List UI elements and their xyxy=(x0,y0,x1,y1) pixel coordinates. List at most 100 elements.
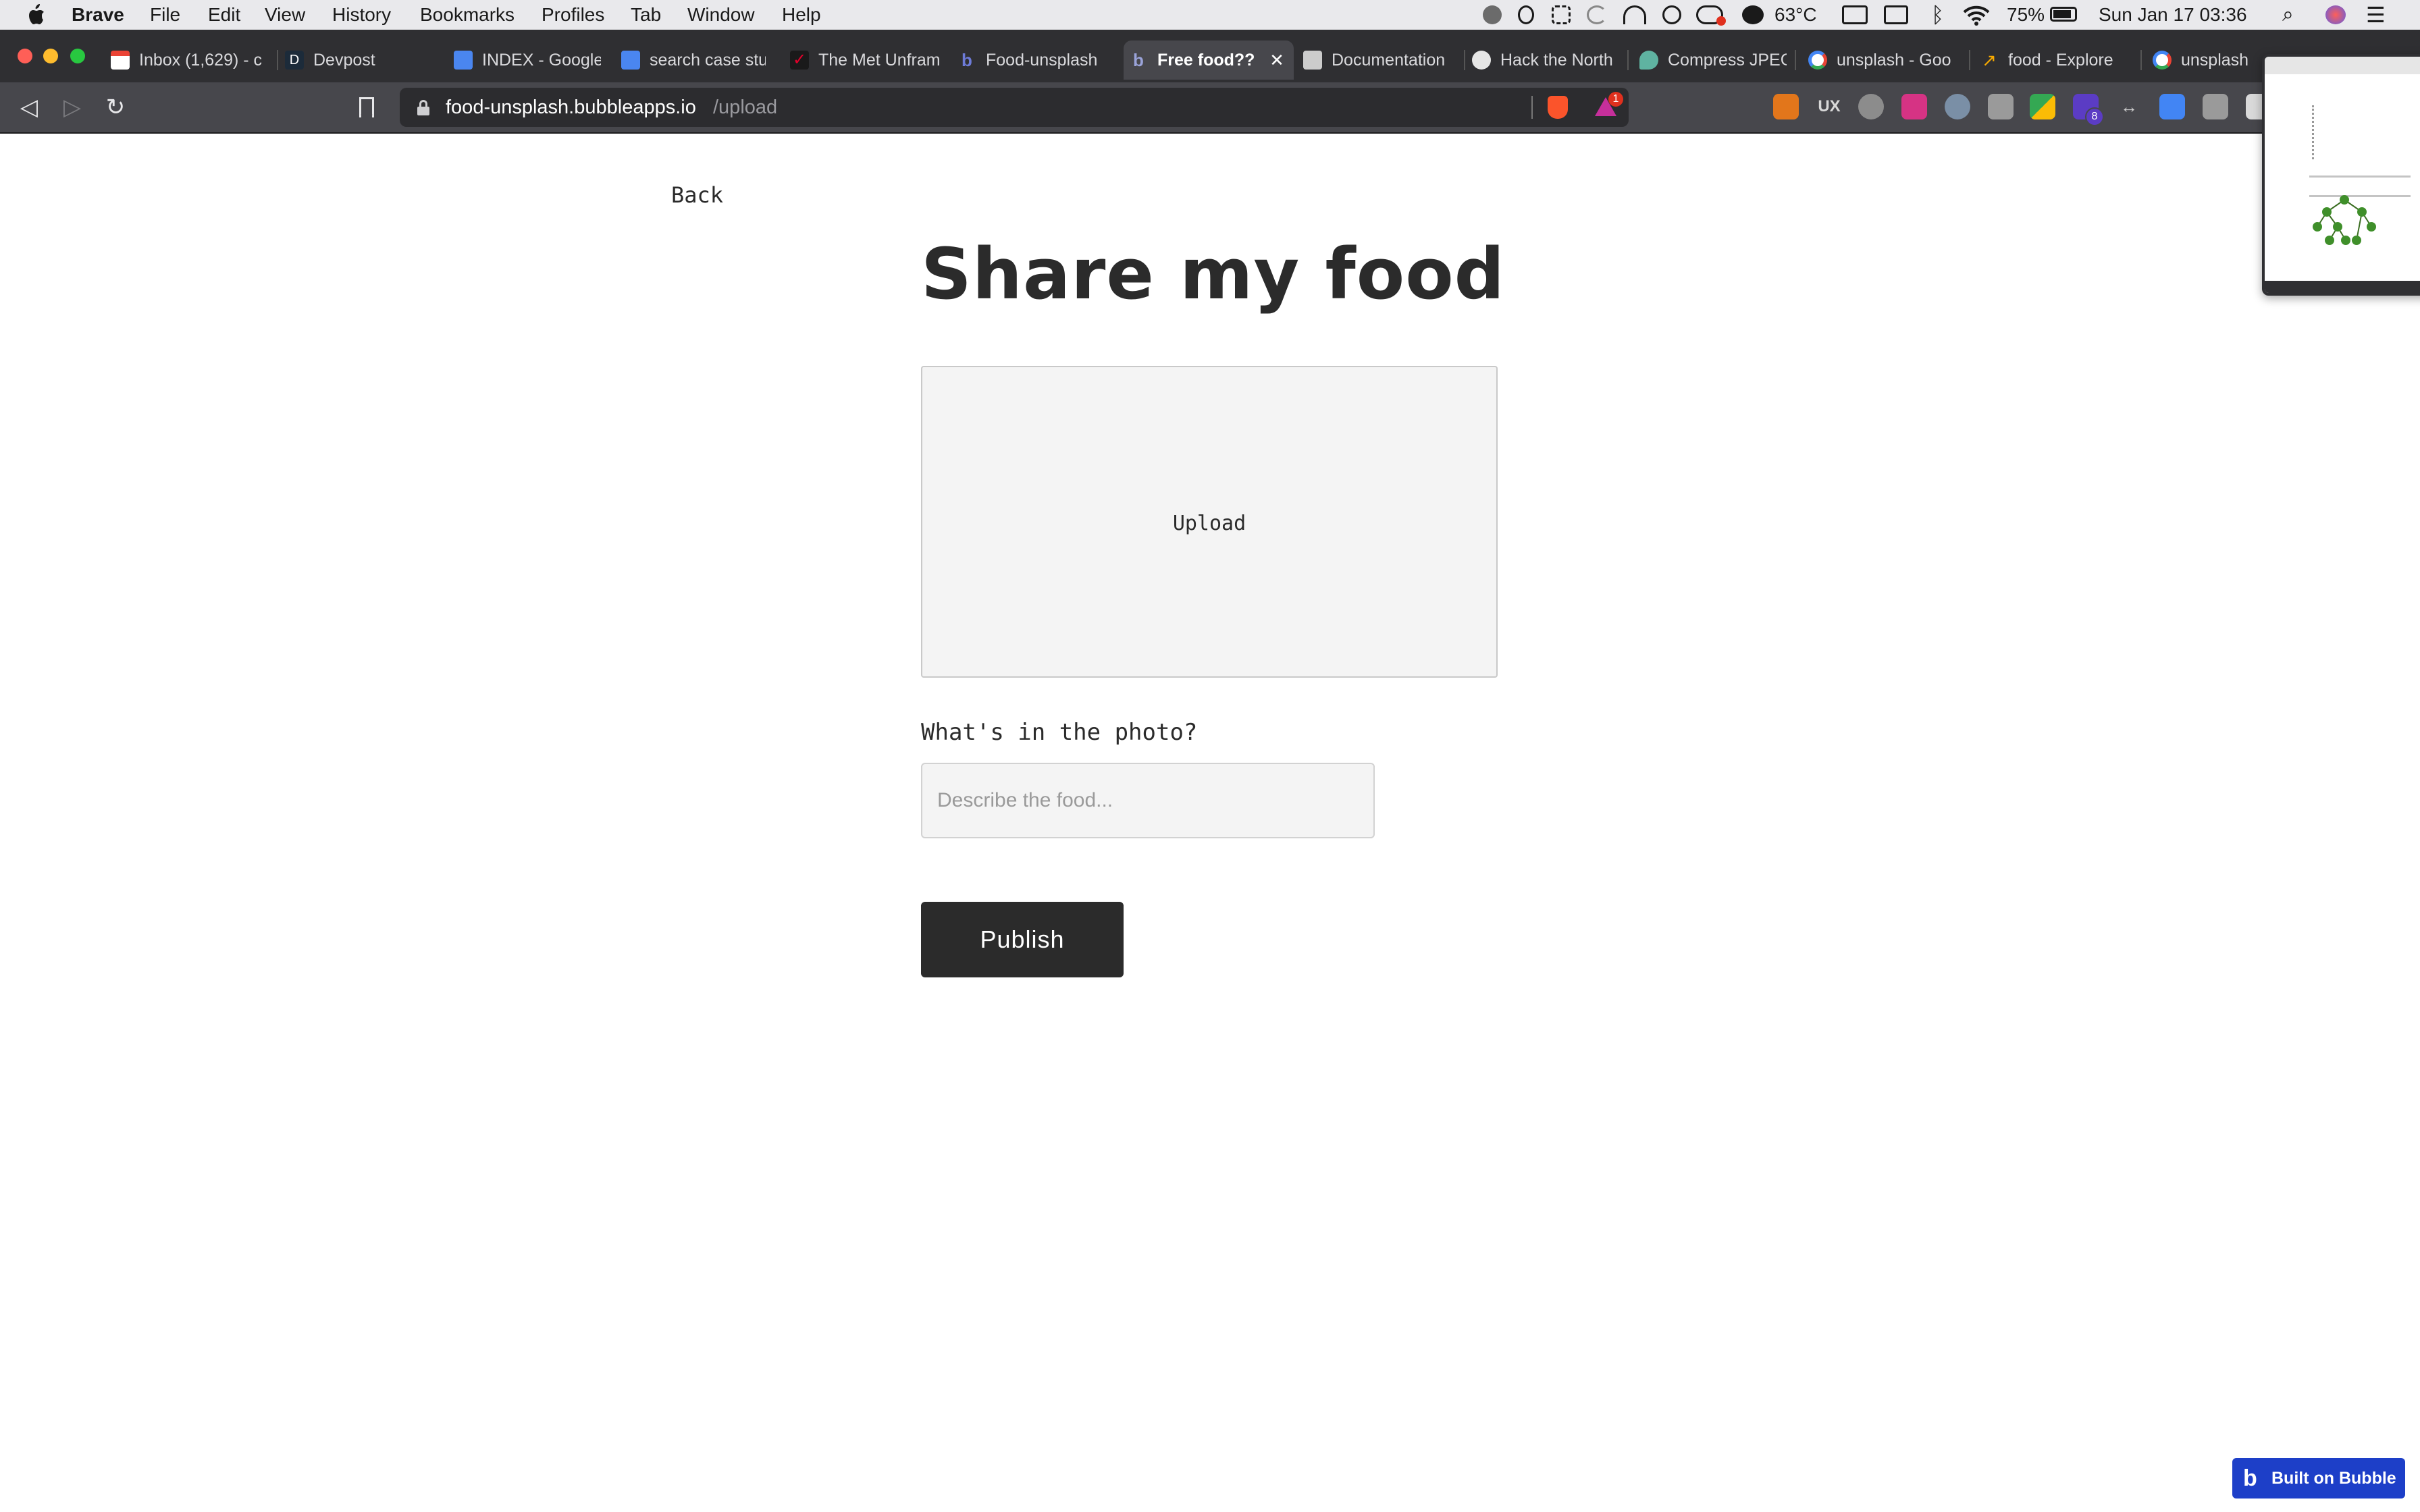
battery-percent[interactable]: 75% xyxy=(2007,0,2045,30)
tab-title: Food-unsplash xyxy=(986,51,1098,70)
control-center-icon[interactable]: ☰ xyxy=(2366,0,2386,30)
color-extension-icon[interactable] xyxy=(2030,94,2055,119)
lock-icon xyxy=(417,100,429,115)
back-link[interactable]: Back xyxy=(671,182,723,208)
menu-profiles[interactable]: Profiles xyxy=(542,0,604,30)
tab-food-explore[interactable]: ↗ food - Explore xyxy=(1974,40,2139,80)
bubble-logo-icon: b xyxy=(2243,1465,2257,1491)
bubble-icon: b xyxy=(1133,50,1144,70)
macos-menu-bar: Brave File Edit View History Bookmarks P… xyxy=(0,0,2420,30)
food-description-input[interactable] xyxy=(921,763,1375,838)
tab-compress-jpeg[interactable]: Compress JPEG xyxy=(1634,40,1793,80)
built-on-bubble-badge[interactable]: b Built on Bubble xyxy=(2232,1458,2405,1498)
translate-icon[interactable] xyxy=(2159,94,2185,119)
glasses-status-icon[interactable] xyxy=(1742,5,1764,24)
window-close-button[interactable] xyxy=(18,49,32,63)
tab-devpost[interactable]: D Devpost xyxy=(280,40,439,80)
extension-badge: 8 xyxy=(2085,107,2104,126)
owl-icon[interactable] xyxy=(1945,94,1970,119)
record-status-icon[interactable] xyxy=(1483,5,1502,24)
met-icon: ✓ xyxy=(790,51,809,70)
circle-status-icon[interactable] xyxy=(1518,5,1534,24)
display-icon[interactable] xyxy=(1884,5,1908,24)
menu-tab[interactable]: Tab xyxy=(631,0,661,30)
grid-extension-icon[interactable] xyxy=(1901,94,1927,119)
siri-icon[interactable] xyxy=(2325,5,2346,24)
tab-free-food-active[interactable]: b Free food?? ✕ xyxy=(1124,40,1294,80)
tab-unsplash-google[interactable]: unsplash - Goo xyxy=(1803,40,1968,80)
tab-hack-the-north[interactable]: Hack the North xyxy=(1467,40,1626,80)
metamask-icon[interactable] xyxy=(1773,94,1799,119)
ux-icon[interactable]: UX xyxy=(1816,94,1842,119)
compress-icon xyxy=(1639,51,1658,70)
camera-icon[interactable] xyxy=(1988,94,2014,119)
tab-title: Inbox (1,629) - c xyxy=(139,51,263,70)
menu-bookmarks[interactable]: Bookmarks xyxy=(420,0,515,30)
tab-search-case-study[interactable]: search case stu xyxy=(616,40,775,80)
address-bar[interactable]: food-unsplash.bubbleapps.io /upload 1 xyxy=(400,88,1629,127)
tab-documentation[interactable]: Documentation xyxy=(1298,40,1463,80)
clock-datetime[interactable]: Sun Jan 17 03:36 xyxy=(2099,0,2247,30)
tab-divider xyxy=(2140,50,2142,70)
hat-extension-icon[interactable]: 8 xyxy=(2073,94,2104,126)
menu-edit[interactable]: Edit xyxy=(208,0,240,30)
tab-the-met[interactable]: ✓ The Met Unfram xyxy=(785,40,949,80)
menu-view[interactable]: View xyxy=(265,0,305,30)
page-title: Share my food xyxy=(921,233,1506,315)
menu-app-name[interactable]: Brave xyxy=(72,0,124,30)
tab-strip: Inbox (1,629) - c D Devpost INDEX - Goog… xyxy=(0,30,2420,82)
devpost-icon: D xyxy=(285,51,304,70)
back-nav-icon[interactable]: ◁ xyxy=(14,92,45,123)
tab-divider xyxy=(1969,50,1970,70)
battery-icon[interactable] xyxy=(2050,7,2077,22)
tab-title: food - Explore xyxy=(2008,51,2113,70)
google-docs-icon xyxy=(621,51,640,70)
google-icon xyxy=(2153,51,2172,70)
menu-file[interactable]: File xyxy=(150,0,180,30)
tab-divider xyxy=(277,50,278,70)
tree-diagram-thumbnail xyxy=(2313,195,2376,245)
spotlight-search-icon[interactable]: ⌕ xyxy=(2282,0,2294,30)
bluetooth-icon[interactable]: ᛒ xyxy=(1931,0,1944,30)
alert-dot-icon xyxy=(1716,16,1726,26)
arrows-extension-icon[interactable]: ↔ xyxy=(2116,94,2142,119)
airplay-icon[interactable] xyxy=(1842,5,1868,24)
wifi-icon[interactable] xyxy=(1962,4,1991,29)
floating-window-thumbnail[interactable] xyxy=(2262,54,2420,296)
loader-status-icon[interactable] xyxy=(1587,5,1607,24)
tab-title: unsplash xyxy=(2181,51,2249,70)
tab-title: INDEX - Google xyxy=(482,51,601,70)
copy-extension-icon[interactable] xyxy=(2203,94,2228,119)
photo-upload-dropzone[interactable]: Upload xyxy=(921,366,1498,678)
thumbnail-text-lines xyxy=(2312,105,2319,159)
thumbnail-titlebar xyxy=(2265,57,2420,74)
screenshot-status-icon[interactable] xyxy=(1552,5,1571,24)
brave-shields-icon[interactable] xyxy=(1548,96,1568,119)
tab-divider xyxy=(1795,50,1796,70)
gear-extension-icon[interactable] xyxy=(1858,94,1884,119)
menu-history[interactable]: History xyxy=(332,0,391,30)
gauge-status-icon[interactable] xyxy=(1623,5,1646,24)
tab-title: Compress JPEG xyxy=(1668,51,1787,70)
tab-title: unsplash - Goo xyxy=(1837,51,1951,70)
window-zoom-button[interactable] xyxy=(70,49,85,63)
menu-window[interactable]: Window xyxy=(687,0,755,30)
hackthenorth-icon xyxy=(1472,51,1491,70)
reload-icon[interactable]: ↻ xyxy=(100,92,131,123)
bookmark-icon[interactable] xyxy=(359,97,374,121)
thumbnail-taskbar xyxy=(2265,281,2420,293)
tab-index-doc[interactable]: INDEX - Google xyxy=(448,40,608,80)
menu-help[interactable]: Help xyxy=(782,0,821,30)
tab-inbox[interactable]: Inbox (1,629) - c xyxy=(105,40,270,80)
temperature-readout[interactable]: 63°C xyxy=(1774,0,1817,30)
apple-menu-icon[interactable] xyxy=(26,0,46,30)
tab-food-unsplash[interactable]: b Food-unsplash xyxy=(952,40,1114,80)
tab-close-icon[interactable]: ✕ xyxy=(1268,51,1286,69)
tab-divider xyxy=(1464,50,1465,70)
window-minimize-button[interactable] xyxy=(43,49,58,63)
target-status-icon[interactable] xyxy=(1662,5,1681,24)
forward-nav-icon[interactable]: ▷ xyxy=(57,92,88,123)
photo-description-label: What's in the photo? xyxy=(921,719,1198,746)
publish-button[interactable]: Publish xyxy=(921,902,1124,977)
tab-unsplash[interactable]: unsplash xyxy=(2147,40,2262,80)
